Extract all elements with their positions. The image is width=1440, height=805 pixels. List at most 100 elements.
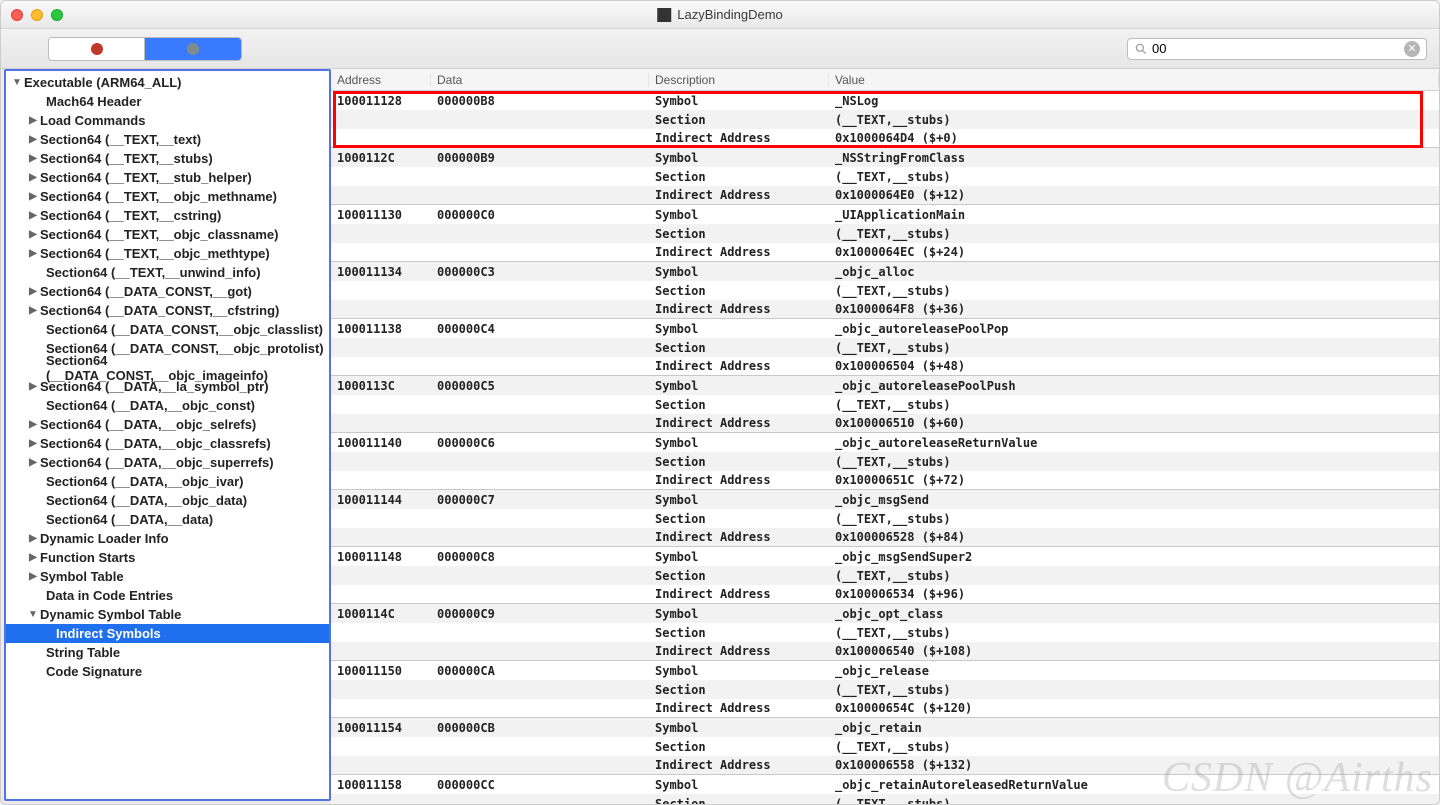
cell-description: Section	[649, 341, 829, 355]
seg-left[interactable]	[49, 38, 145, 60]
table-row[interactable]: 100011150000000CASymbol_objc_release	[331, 661, 1439, 680]
table-row[interactable]: Section(__TEXT,__stubs)	[331, 224, 1439, 243]
chevron-right-icon: ▶	[28, 552, 38, 563]
sidebar-item[interactable]: ▶Section64 (__DATA,__objc_selrefs)	[6, 415, 329, 434]
sidebar-item-label: Section64 (__TEXT,__cstring)	[40, 208, 221, 223]
sidebar-item-label: Indirect Symbols	[56, 626, 161, 641]
sidebar-item[interactable]: ▶Section64 (__DATA,__objc_classrefs)	[6, 434, 329, 453]
search-input[interactable]	[1152, 41, 1404, 56]
table-row[interactable]: 100011128000000B8Symbol_NSLog	[331, 91, 1439, 110]
minimize-icon[interactable]	[31, 9, 43, 21]
cell-value: 0x1000064E0 ($+12)	[829, 188, 1439, 202]
sidebar-item[interactable]: ▶Section64 (__TEXT,__stubs)	[6, 149, 329, 168]
table-row[interactable]: 100011158000000CCSymbol_objc_retainAutor…	[331, 775, 1439, 794]
table-row[interactable]: Section(__TEXT,__stubs)	[331, 794, 1439, 804]
cell-description: Symbol	[649, 94, 829, 108]
sidebar-item[interactable]: ▶Symbol Table	[6, 567, 329, 586]
table-row[interactable]: Indirect Address0x1000064EC ($+24)	[331, 243, 1439, 262]
sidebar-item[interactable]: ▶Section64 (__DATA,__objc_superrefs)	[6, 453, 329, 472]
col-address[interactable]: Address	[331, 73, 431, 87]
sidebar-item[interactable]: Section64 (__DATA,__data)	[6, 510, 329, 529]
table-row[interactable]: Indirect Address0x1000064F8 ($+36)	[331, 300, 1439, 319]
table-row[interactable]: 100011148000000C8Symbol_objc_msgSendSupe…	[331, 547, 1439, 566]
table-row[interactable]: 100011144000000C7Symbol_objc_msgSend	[331, 490, 1439, 509]
sidebar-item[interactable]: ▶Section64 (__DATA_CONST,__got)	[6, 282, 329, 301]
sidebar-item[interactable]: ▶Section64 (__DATA_CONST,__cfstring)	[6, 301, 329, 320]
table-row[interactable]: Section(__TEXT,__stubs)	[331, 167, 1439, 186]
sidebar-item[interactable]: Section64 (__DATA_CONST,__objc_classlist…	[6, 320, 329, 339]
table-row[interactable]: 1000113C000000C5Symbol_objc_autoreleaseP…	[331, 376, 1439, 395]
sidebar-item[interactable]: Mach64 Header	[6, 92, 329, 111]
sidebar-item[interactable]: Code Signature	[6, 662, 329, 681]
table-row[interactable]: Section(__TEXT,__stubs)	[331, 281, 1439, 300]
sidebar-item[interactable]: ▶Function Starts	[6, 548, 329, 567]
cell-description: Symbol	[649, 379, 829, 393]
table-row[interactable]: Indirect Address0x100006528 ($+84)	[331, 528, 1439, 547]
sidebar[interactable]: ▼Executable (ARM64_ALL)Mach64 Header▶Loa…	[4, 69, 331, 801]
sidebar-item[interactable]: ▶Load Commands	[6, 111, 329, 130]
table-row[interactable]: Indirect Address0x10000654C ($+120)	[331, 699, 1439, 718]
sidebar-item[interactable]: Section64 (__TEXT,__unwind_info)	[6, 263, 329, 282]
table-row[interactable]: Section(__TEXT,__stubs)	[331, 680, 1439, 699]
cell-description: Indirect Address	[649, 587, 829, 601]
table-row[interactable]: Indirect Address0x10000651C ($+72)	[331, 471, 1439, 490]
table-row[interactable]: Indirect Address0x100006510 ($+60)	[331, 414, 1439, 433]
sidebar-item[interactable]: Section64 (__DATA_CONST,__objc_imageinfo…	[6, 358, 329, 377]
sidebar-item-label: Section64 (__TEXT,__unwind_info)	[46, 265, 261, 280]
zoom-icon[interactable]	[51, 9, 63, 21]
table-row[interactable]: 100011140000000C6Symbol_objc_autorelease…	[331, 433, 1439, 452]
sidebar-root[interactable]: ▼Executable (ARM64_ALL)	[6, 73, 329, 92]
sidebar-item[interactable]: ▼Dynamic Symbol Table	[6, 605, 329, 624]
arch-segmented[interactable]	[48, 37, 242, 61]
close-icon[interactable]	[11, 9, 23, 21]
cell-description: Indirect Address	[649, 131, 829, 145]
cell-description: Indirect Address	[649, 416, 829, 430]
cell-data: 000000C6	[431, 436, 649, 450]
sidebar-item[interactable]: Section64 (__DATA,__objc_ivar)	[6, 472, 329, 491]
sidebar-item[interactable]: ▶Dynamic Loader Info	[6, 529, 329, 548]
cell-data: 000000C0	[431, 208, 649, 222]
table-row[interactable]: Indirect Address0x1000064D4 ($+0)	[331, 129, 1439, 148]
sidebar-item[interactable]: ▶Section64 (__TEXT,__objc_methname)	[6, 187, 329, 206]
clear-search-icon[interactable]: ✕	[1404, 41, 1420, 57]
sidebar-item[interactable]: ▶Section64 (__TEXT,__stub_helper)	[6, 168, 329, 187]
table-row[interactable]: Section(__TEXT,__stubs)	[331, 338, 1439, 357]
sidebar-item[interactable]: ▶Section64 (__TEXT,__cstring)	[6, 206, 329, 225]
table-row[interactable]: Indirect Address0x100006504 ($+48)	[331, 357, 1439, 376]
sidebar-item[interactable]: ▶Section64 (__TEXT,__objc_classname)	[6, 225, 329, 244]
cell-address: 100011148	[331, 550, 431, 564]
sidebar-item[interactable]: ▶Section64 (__TEXT,__objc_methtype)	[6, 244, 329, 263]
sidebar-item[interactable]: String Table	[6, 643, 329, 662]
search-field[interactable]: ✕	[1127, 38, 1427, 60]
sidebar-item-label: Section64 (__DATA_CONST,__cfstring)	[40, 303, 279, 318]
col-description[interactable]: Description	[649, 73, 829, 87]
seg-right[interactable]	[145, 38, 241, 60]
table-row[interactable]: Indirect Address0x100006534 ($+96)	[331, 585, 1439, 604]
toolbar: ✕	[1, 29, 1439, 69]
sidebar-item[interactable]: Indirect Symbols	[6, 624, 329, 643]
table-row[interactable]: 100011134000000C3Symbol_objc_alloc	[331, 262, 1439, 281]
table-row[interactable]: 1000114C000000C9Symbol_objc_opt_class	[331, 604, 1439, 623]
table-row[interactable]: Indirect Address0x1000064E0 ($+12)	[331, 186, 1439, 205]
sidebar-item-label: Symbol Table	[40, 569, 124, 584]
table-row[interactable]: 100011154000000CBSymbol_objc_retain	[331, 718, 1439, 737]
col-data[interactable]: Data	[431, 73, 649, 87]
table-row[interactable]: Section(__TEXT,__stubs)	[331, 395, 1439, 414]
table-row[interactable]: 100011130000000C0Symbol_UIApplicationMai…	[331, 205, 1439, 224]
table-row[interactable]: Section(__TEXT,__stubs)	[331, 110, 1439, 129]
table-row[interactable]: Indirect Address0x100006540 ($+108)	[331, 642, 1439, 661]
table-row[interactable]: Section(__TEXT,__stubs)	[331, 452, 1439, 471]
sidebar-item[interactable]: Section64 (__DATA,__objc_data)	[6, 491, 329, 510]
table-row[interactable]: Section(__TEXT,__stubs)	[331, 509, 1439, 528]
table-row[interactable]: Section(__TEXT,__stubs)	[331, 737, 1439, 756]
table-row[interactable]: Indirect Address0x100006558 ($+132)	[331, 756, 1439, 775]
sidebar-item[interactable]: Data in Code Entries	[6, 586, 329, 605]
sidebar-item[interactable]: Section64 (__DATA,__objc_const)	[6, 396, 329, 415]
table-body[interactable]: 100011128000000B8Symbol_NSLogSection(__T…	[331, 91, 1439, 804]
sidebar-item[interactable]: ▶Section64 (__TEXT,__text)	[6, 130, 329, 149]
table-row[interactable]: Section(__TEXT,__stubs)	[331, 566, 1439, 585]
table-row[interactable]: 1000112C000000B9Symbol_NSStringFromClass	[331, 148, 1439, 167]
table-row[interactable]: 100011138000000C4Symbol_objc_autorelease…	[331, 319, 1439, 338]
table-row[interactable]: Section(__TEXT,__stubs)	[331, 623, 1439, 642]
col-value[interactable]: Value	[829, 73, 1439, 87]
